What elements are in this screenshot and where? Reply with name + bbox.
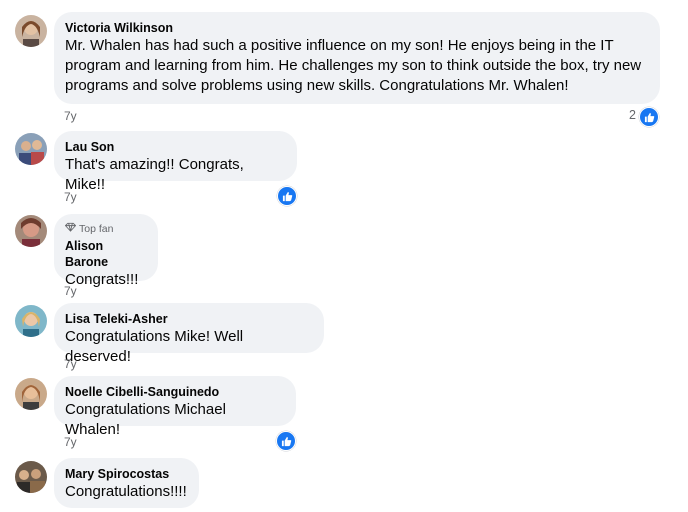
avatar[interactable] — [15, 461, 47, 493]
comment-timestamp[interactable]: 7y — [64, 190, 77, 204]
comment-bubble: Lisa Teleki-Asher Congratulations Mike! … — [54, 303, 324, 365]
comment-timestamp[interactable]: 7y — [64, 284, 77, 298]
comment-bubble: Mary Spirocostas Congratulations!!!! — [54, 458, 199, 508]
comment-bubble: Lau Son That's amazing!! Congrats, Mike!… — [54, 131, 297, 193]
comment-timestamp[interactable]: 7y — [64, 435, 77, 449]
commenter-name[interactable]: Victoria Wilkinson — [65, 20, 648, 36]
reaction-count[interactable]: 2 — [629, 108, 636, 122]
comment-bubble: Victoria Wilkinson Mr. Whalen has had su… — [54, 12, 660, 104]
top-fan-label: Top fan — [79, 223, 114, 235]
comment-text: Congrats!!! — [65, 271, 139, 288]
comment-text: Mr. Whalen has had such a positive influ… — [65, 36, 648, 96]
comment-text: Congratulations!!!! — [65, 483, 187, 500]
commenter-name[interactable]: Alison Barone — [65, 238, 146, 270]
top-fan-badge: Top fan — [64, 222, 146, 236]
avatar[interactable] — [15, 133, 47, 165]
avatar[interactable] — [15, 15, 47, 47]
thumbs-up-icon[interactable] — [276, 431, 296, 451]
comment-text: Congratulations Michael Whalen! — [65, 401, 226, 438]
avatar[interactable] — [15, 215, 47, 247]
commenter-name[interactable]: Lau Son — [65, 139, 285, 155]
commenter-name[interactable]: Mary Spirocostas — [65, 466, 187, 482]
comment-timestamp[interactable]: 7y — [64, 109, 77, 123]
comment-text-line: Mr. Whalen has had such a positive influ… — [65, 37, 614, 54]
comment-text-line: programs and solve problems using new sk… — [65, 77, 569, 94]
comment-bubble: Top fan Alison Barone Congrats!!! — [54, 214, 158, 288]
comment-timestamp[interactable]: 7y — [64, 357, 77, 371]
diamond-icon — [64, 222, 77, 236]
thumbs-up-icon[interactable] — [639, 107, 659, 127]
avatar[interactable] — [15, 305, 47, 337]
comment-text-line: program and learning from him. He challe… — [65, 57, 642, 74]
avatar[interactable] — [15, 378, 47, 410]
thumbs-up-icon[interactable] — [277, 186, 297, 206]
comment-bubble: Noelle Cibelli-Sanguinedo Congratulation… — [54, 376, 296, 438]
commenter-name[interactable]: Lisa Teleki-Asher — [65, 311, 312, 327]
comment-text: Congratulations Mike! Well deserved! — [65, 328, 244, 365]
comment-text: That's amazing!! Congrats, Mike!! — [65, 156, 244, 193]
commenter-name[interactable]: Noelle Cibelli-Sanguinedo — [65, 384, 284, 400]
